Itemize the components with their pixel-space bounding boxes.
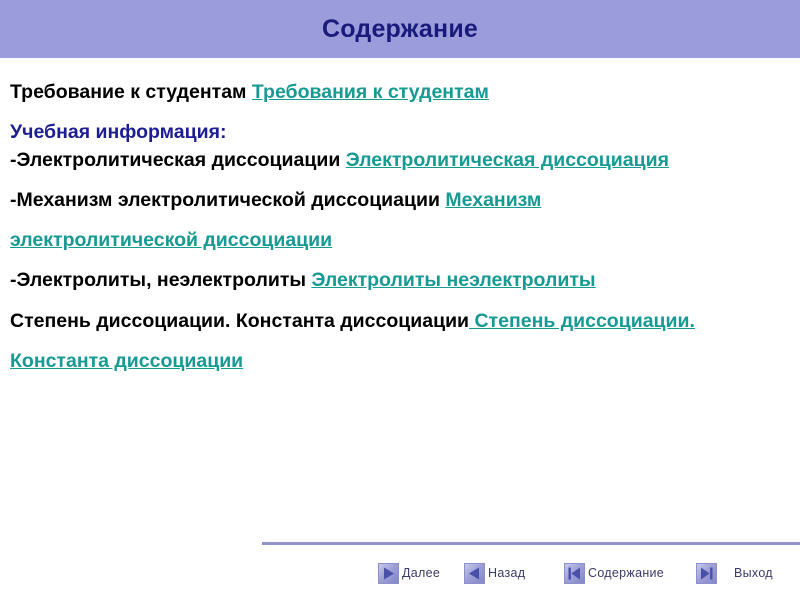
- content-line-requirements: Требование к студентам Требования к студ…: [10, 82, 792, 102]
- slide-header: Содержание: [0, 0, 800, 58]
- nav-button-contents-label: Содержание: [588, 566, 665, 580]
- link-degree-of-dissociation-part1[interactable]: Степень диссоциации.: [469, 310, 694, 332]
- content-line-electrolytes: -Электролиты, неэлектролиты Электролиты …: [10, 270, 792, 290]
- link-electrolytes-nonelectrolytes[interactable]: Электролиты неэлектролиты: [311, 269, 595, 291]
- electrolytes-static-text: -Электролиты, неэлектролиты: [10, 269, 312, 292]
- play-left-icon: [464, 562, 485, 584]
- requirements-static-text: Требование к студентам: [10, 81, 252, 103]
- nav-button-exit-label: Выход: [734, 566, 773, 580]
- link-degree-of-dissociation-part2[interactable]: Константа диссоциации: [10, 350, 243, 372]
- slide-content: Требование к студентам Требования к студ…: [10, 82, 792, 371]
- content-line-mechanism: -Механизм электролитической диссоциации …: [10, 190, 792, 210]
- content-line-electrolytic-dissociation: -Электролитическая диссоциации Электроли…: [10, 148, 792, 171]
- nav-button-exit[interactable]: Выход: [696, 560, 773, 586]
- content-line-study-info-heading: Учебная информация:: [10, 122, 792, 142]
- skip-to-start-icon: [564, 562, 585, 584]
- link-requirements-for-students[interactable]: Требования к студентам: [252, 81, 489, 103]
- page-title: Содержание: [321, 14, 479, 43]
- nav-button-next[interactable]: Далее: [378, 560, 440, 586]
- nav-button-back-label: Назад: [488, 566, 526, 580]
- nav-button-contents[interactable]: Содержание: [564, 560, 664, 586]
- content-line-mechanism-continued: электролитической диссоциации: [10, 230, 792, 250]
- study-info-heading: Учебная информация:: [10, 121, 227, 144]
- link-mechanism-part1[interactable]: Механизм: [445, 189, 541, 211]
- degree-of-dissociation-static-text: Степень диссоциации. Константа диссоциац…: [10, 309, 470, 332]
- play-right-icon: [378, 562, 399, 584]
- mechanism-static-text: -Механизм электролитической диссоциации: [10, 188, 446, 211]
- link-mechanism-part2[interactable]: электролитической диссоциации: [10, 229, 332, 251]
- nav-button-next-label: Далее: [402, 566, 441, 580]
- link-electrolytic-dissociation[interactable]: Электролитическая диссоциация: [346, 149, 669, 171]
- navigation-bar: Далее Назад Содержание Выход: [378, 560, 800, 586]
- skip-to-end-icon: [696, 562, 717, 584]
- electrolytic-dissociation-static-text: -Электролитическая диссоциации: [10, 148, 346, 171]
- nav-button-back[interactable]: Назад: [464, 560, 525, 586]
- content-line-degree-of-dissociation-continued: Константа диссоциации: [10, 351, 792, 371]
- content-line-degree-of-dissociation: Степень диссоциации. Константа диссоциац…: [10, 309, 792, 332]
- footer-divider: [262, 542, 800, 545]
